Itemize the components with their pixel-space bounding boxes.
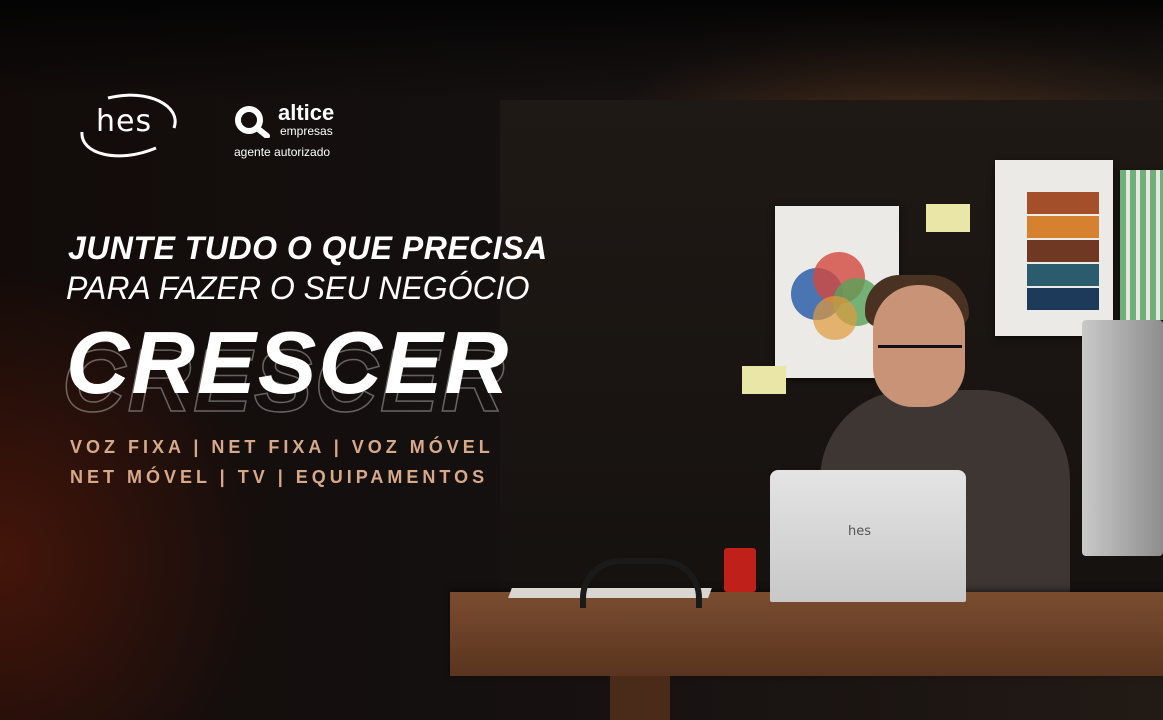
monitor	[1082, 320, 1163, 556]
services-list: VOZ FIXA | NET FIXA | VOZ MÓVEL NET MÓVE…	[70, 432, 494, 492]
altice-logo: altice empresas agente autorizado	[234, 100, 354, 162]
top-shade	[0, 0, 1163, 100]
glasses-icon	[878, 345, 962, 374]
altice-a-icon	[235, 106, 270, 138]
office-photo: hes	[440, 100, 1163, 720]
headline-line-1: JUNTE TUDO O QUE PRECISA	[68, 230, 548, 266]
authorized-agent-label: agente autorizado	[234, 145, 331, 159]
altice-subtitle: empresas	[280, 124, 333, 138]
laptop-logo: hes	[848, 524, 872, 539]
headline-crescer: CRESCER	[66, 313, 511, 412]
services-line-2: NET MÓVEL | TV | EQUIPAMENTOS	[70, 467, 489, 487]
desk	[450, 592, 1163, 676]
color-theme-poster	[995, 160, 1113, 336]
color-swatch-icon	[1027, 192, 1099, 310]
laptop: hes	[770, 470, 966, 602]
sticky-note	[926, 204, 970, 232]
desk-leg	[610, 676, 670, 720]
hes-logo: hes	[78, 92, 182, 162]
altice-wordmark: altice	[278, 100, 335, 125]
promo-banner: hes hes altice empresas agente autorizad…	[0, 0, 1163, 720]
mug-icon	[724, 548, 756, 592]
hes-wordmark: hes	[96, 104, 153, 139]
sticky-note	[742, 366, 786, 394]
grid-poster	[1120, 170, 1163, 320]
headphones-icon	[580, 558, 702, 608]
services-line-1: VOZ FIXA | NET FIXA | VOZ MÓVEL	[70, 437, 494, 457]
headline-line-2: PARA FAZER O SEU NEGÓCIO	[66, 270, 530, 306]
